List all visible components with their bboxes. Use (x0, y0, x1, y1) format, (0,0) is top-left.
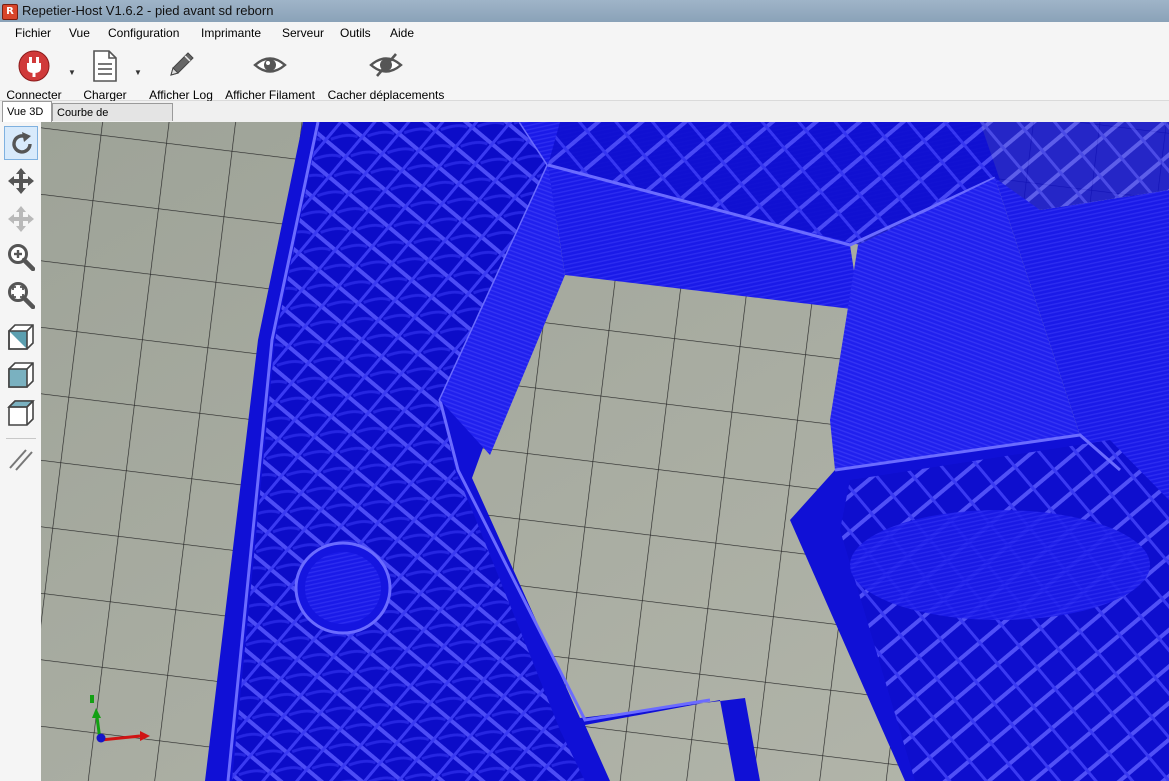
model-hole-inner (305, 552, 381, 624)
isometric-view-button[interactable] (4, 320, 38, 354)
sidebar-divider (6, 438, 36, 439)
connect-button[interactable]: Connecter (3, 50, 65, 102)
connect-dropdown-arrow-icon[interactable]: ▼ (68, 68, 76, 77)
document-icon (93, 50, 117, 82)
connect-label: Connecter (6, 88, 62, 102)
menu-configuration[interactable]: Configuration (108, 26, 179, 40)
show-log-label: Afficher Log (149, 88, 213, 102)
fit-view-icon (8, 282, 35, 309)
menu-aide[interactable]: Aide (390, 26, 414, 40)
3d-scene (41, 122, 1169, 781)
move-object-button[interactable] (4, 202, 38, 236)
tab-temperature-curve[interactable]: Courbe de Température (52, 103, 173, 137)
hide-moves-label: Cacher déplacements (327, 88, 445, 102)
move-view-button[interactable] (4, 164, 38, 198)
menu-bar: Fichier Vue Configuration Imprimante Ser… (0, 22, 1169, 44)
rotate-icon (12, 132, 32, 154)
parallel-projection-icon (9, 449, 33, 471)
hide-moves-button[interactable]: Cacher déplacements (324, 50, 448, 102)
pencil-icon (170, 52, 194, 76)
rotate-view-button[interactable] (4, 126, 38, 160)
fit-view-button[interactable] (4, 278, 38, 312)
move-icon (8, 168, 34, 194)
app-logo-icon: R (2, 4, 18, 20)
menu-fichier[interactable]: Fichier (15, 26, 51, 40)
parallel-projection-button[interactable] (4, 442, 38, 476)
tab-3d-view[interactable]: Vue 3D (2, 101, 52, 122)
zoom-in-button[interactable] (4, 240, 38, 274)
move-object-icon (8, 206, 34, 232)
toolbar: Connecter ▼ Charger ▼ Afficher Log Affic… (0, 44, 1169, 102)
model-right-cavity (850, 510, 1150, 620)
menu-vue[interactable]: Vue (69, 26, 90, 40)
power-plug-icon (18, 50, 50, 82)
show-filament-label: Afficher Filament (225, 88, 315, 102)
view-tabs: Vue 3D Courbe de Température (0, 101, 1169, 137)
show-filament-button[interactable]: Afficher Filament (222, 50, 318, 102)
zoom-in-icon (8, 244, 35, 271)
top-view-button[interactable] (4, 396, 38, 430)
load-button[interactable]: Charger (80, 50, 130, 102)
load-label: Charger (83, 88, 127, 102)
menu-serveur[interactable]: Serveur (282, 26, 324, 40)
window-title: Repetier-Host V1.6.2 - pied avant sd reb… (22, 3, 274, 18)
show-log-button[interactable]: Afficher Log (146, 50, 216, 102)
eye-icon (253, 57, 287, 73)
menu-imprimante[interactable]: Imprimante (201, 26, 261, 40)
view-tools-sidebar (0, 122, 42, 781)
menu-outils[interactable]: Outils (340, 26, 371, 40)
title-bar: R Repetier-Host V1.6.2 - pied avant sd r… (0, 0, 1169, 22)
eye-slash-icon (369, 53, 403, 77)
3d-viewport[interactable] (41, 122, 1169, 781)
front-view-icon (8, 362, 34, 388)
load-dropdown-arrow-icon[interactable]: ▼ (134, 68, 142, 77)
front-view-button[interactable] (4, 358, 38, 392)
top-view-icon (7, 400, 35, 426)
isometric-view-icon (8, 324, 34, 350)
